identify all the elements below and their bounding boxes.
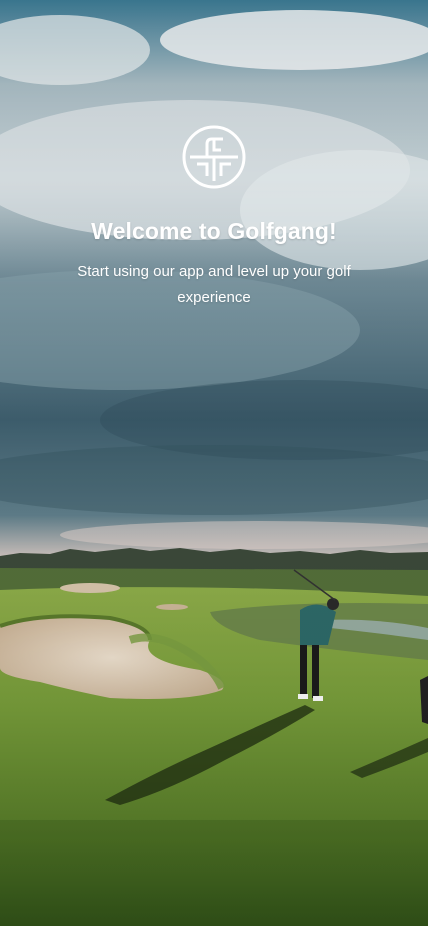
welcome-title: Welcome to Golfgang! bbox=[91, 218, 337, 244]
golfgang-logo-icon bbox=[181, 124, 247, 190]
welcome-subtitle: Start using our app and level up your go… bbox=[77, 263, 351, 306]
